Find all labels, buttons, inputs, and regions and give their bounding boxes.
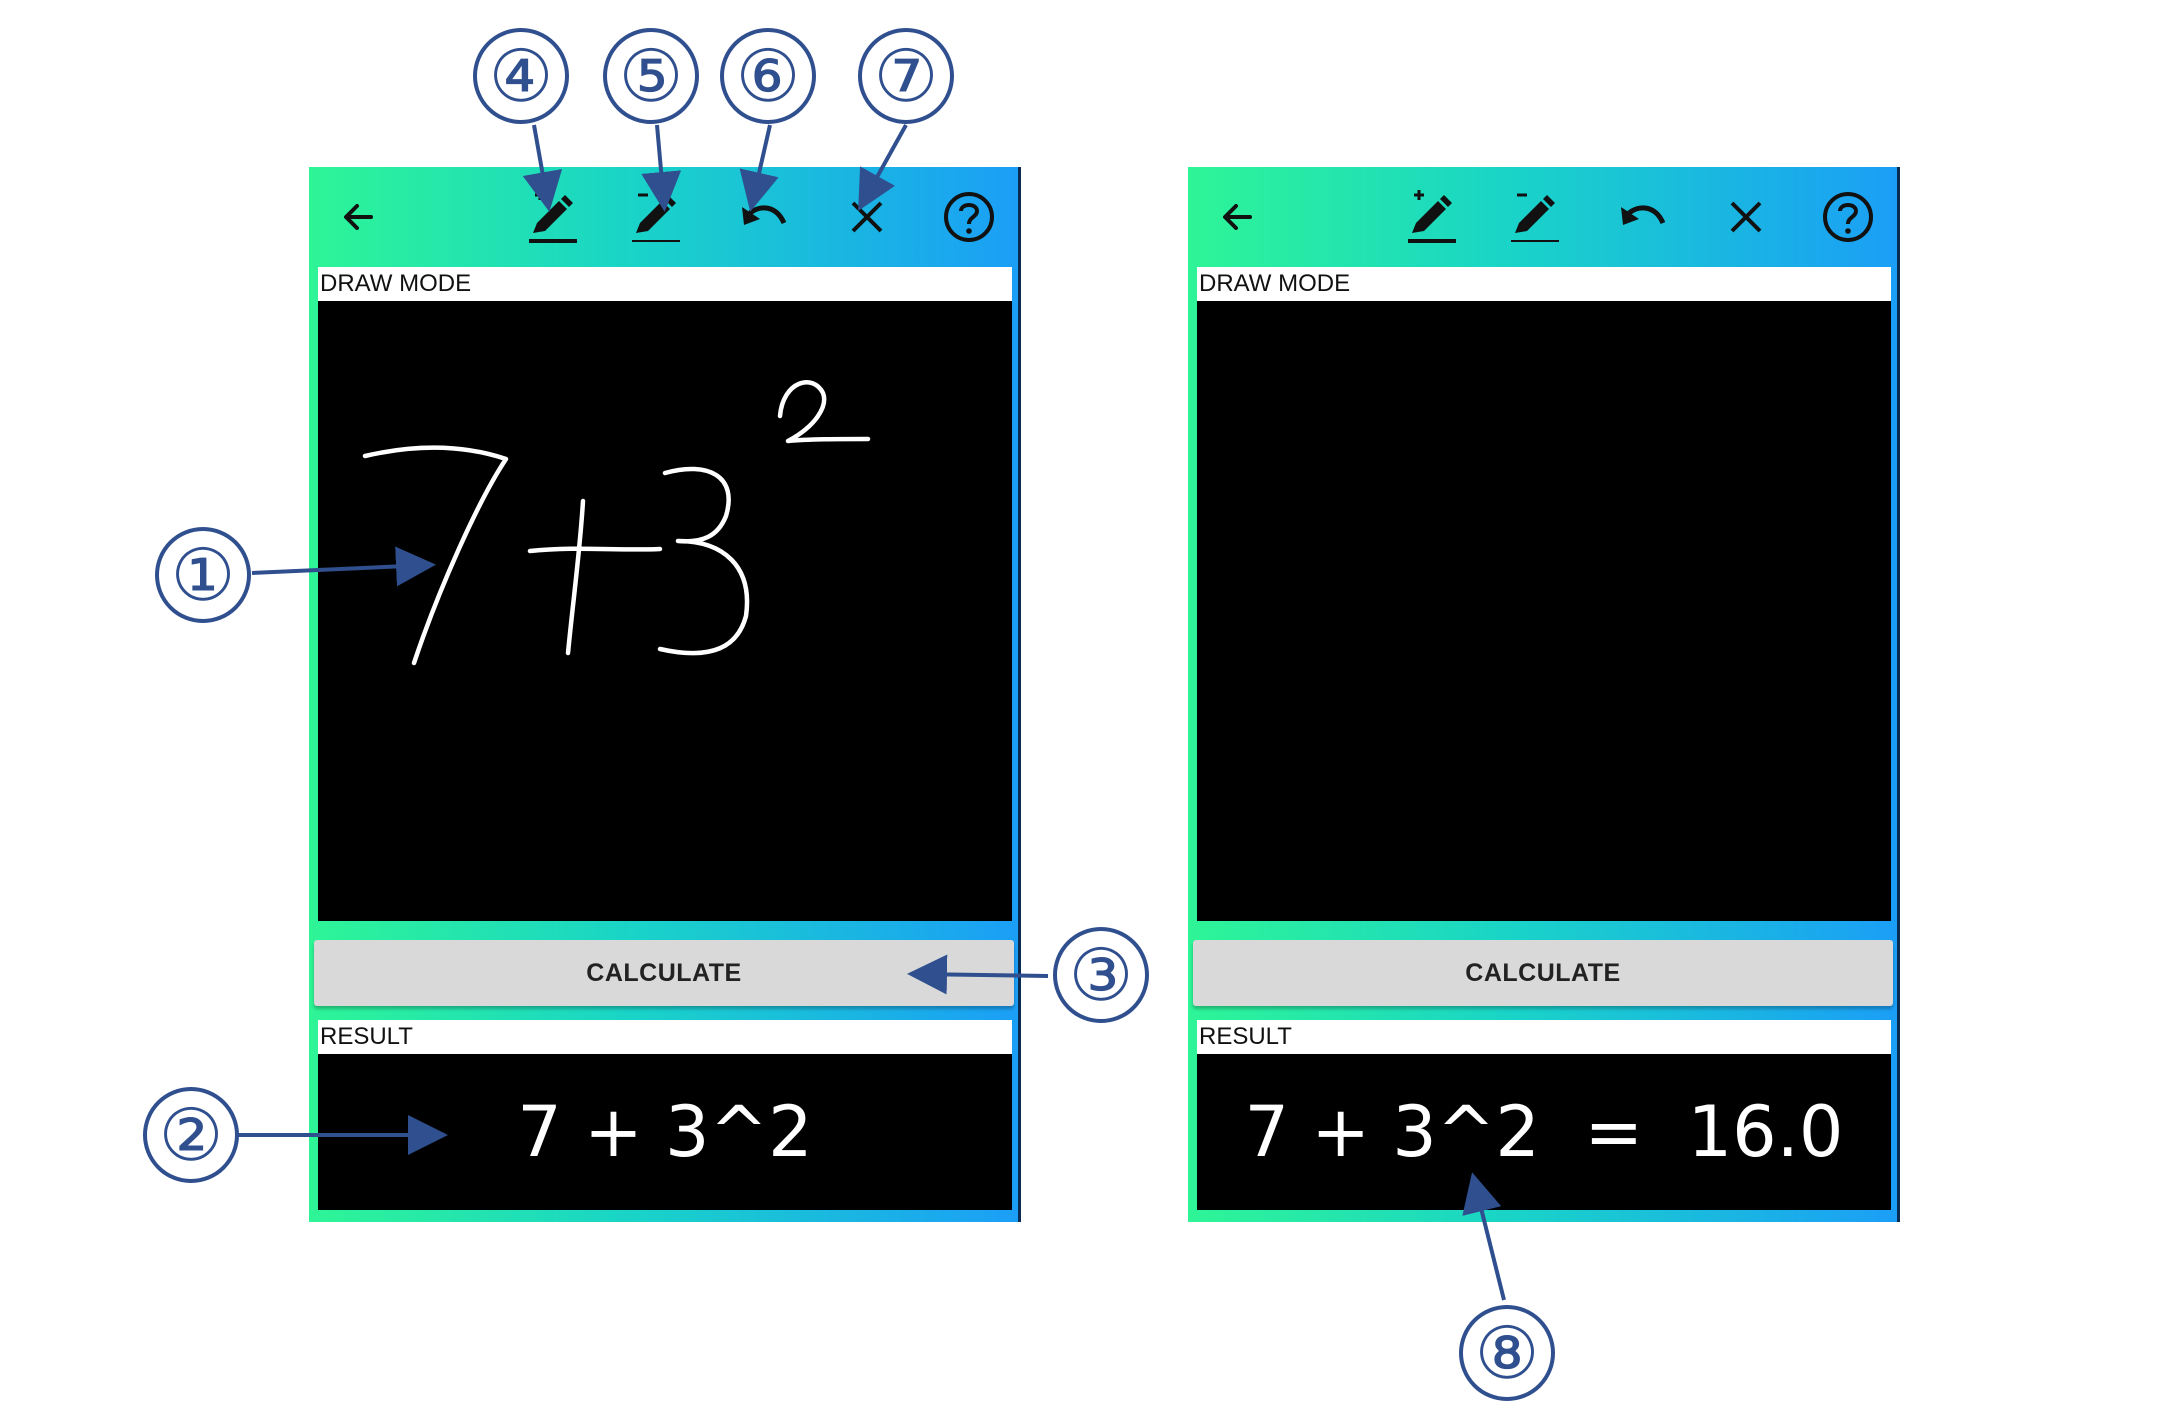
callout-5: ⑤ bbox=[603, 28, 699, 124]
callout-3: ③ bbox=[1053, 927, 1149, 1023]
callout-1: ① bbox=[155, 527, 251, 623]
calculate-button[interactable]: CALCULATE bbox=[314, 940, 1014, 1006]
result-display: 7 + 3^2 = 16.0 bbox=[1197, 1054, 1891, 1210]
pen-plus-icon[interactable] bbox=[521, 185, 585, 249]
draw-mode-label: DRAW MODE bbox=[318, 267, 1012, 301]
calculate-button[interactable]: CALCULATE bbox=[1193, 940, 1893, 1006]
toolbar bbox=[309, 167, 1021, 267]
drawing-canvas[interactable] bbox=[1197, 301, 1891, 921]
callout-8: ⑧ bbox=[1459, 1305, 1555, 1401]
callout-7: ⑦ bbox=[858, 28, 954, 124]
screen-edge bbox=[1018, 167, 1021, 1222]
back-arrow-icon[interactable] bbox=[327, 185, 391, 249]
left-app-screen: DRAW MODE CALCULATE RESULT 7 + 3^2 bbox=[309, 167, 1021, 1222]
result-display: 7 + 3^2 bbox=[318, 1054, 1012, 1210]
undo-icon[interactable] bbox=[1611, 185, 1675, 249]
draw-mode-label: DRAW MODE bbox=[1197, 267, 1891, 301]
drawing-canvas[interactable] bbox=[318, 301, 1012, 921]
undo-icon[interactable] bbox=[732, 185, 796, 249]
result-label: RESULT bbox=[318, 1020, 1012, 1054]
callout-6: ⑥ bbox=[720, 28, 816, 124]
close-icon[interactable] bbox=[835, 185, 899, 249]
back-arrow-icon[interactable] bbox=[1206, 185, 1270, 249]
handwritten-expression bbox=[362, 380, 871, 666]
pen-minus-icon[interactable] bbox=[624, 185, 688, 249]
close-icon[interactable] bbox=[1714, 185, 1778, 249]
right-app-screen: DRAW MODE CALCULATE RESULT 7 + 3^2 = 16.… bbox=[1188, 167, 1900, 1222]
toolbar bbox=[1188, 167, 1900, 267]
help-icon[interactable] bbox=[937, 185, 1001, 249]
screen-edge bbox=[1897, 167, 1900, 1222]
callout-4: ④ bbox=[473, 28, 569, 124]
result-label: RESULT bbox=[1197, 1020, 1891, 1054]
callout-2: ② bbox=[143, 1087, 239, 1183]
pen-minus-icon[interactable] bbox=[1503, 185, 1567, 249]
help-icon[interactable] bbox=[1816, 185, 1880, 249]
pen-plus-icon[interactable] bbox=[1400, 185, 1464, 249]
